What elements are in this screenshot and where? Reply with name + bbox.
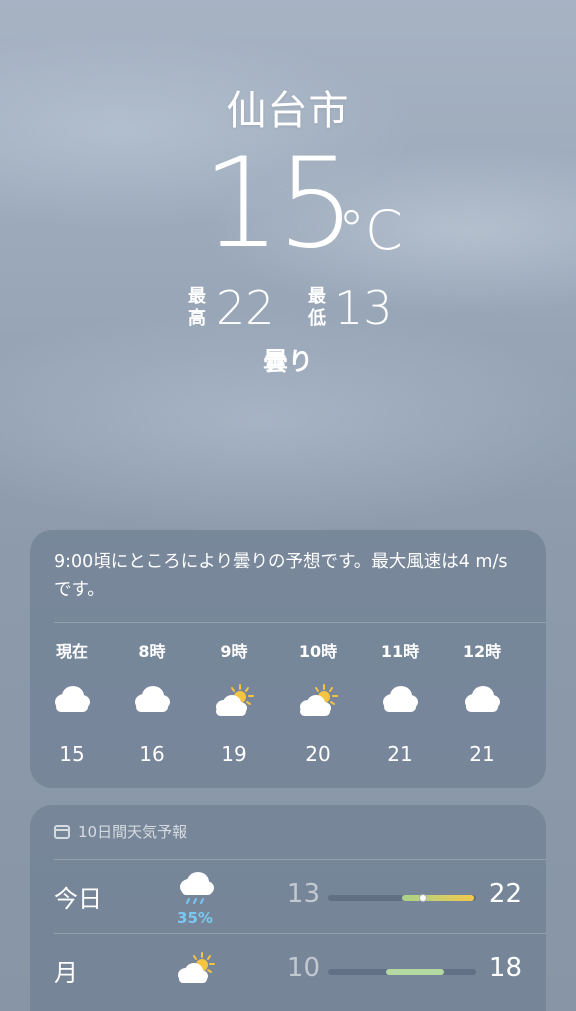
hourly-temperature: 16 xyxy=(139,742,165,766)
cloud-icon xyxy=(37,684,107,724)
day-low: 10 xyxy=(286,953,320,983)
hourly-temperature: 20 xyxy=(305,742,331,766)
city-name: 仙台市 xyxy=(226,88,350,134)
hourly-temperature: 19 xyxy=(221,742,247,766)
hourly-item: 12時 21 xyxy=(447,640,517,768)
cloud-icon xyxy=(365,684,435,724)
divider xyxy=(54,622,546,623)
high-temperature: 22 xyxy=(216,281,275,335)
cloud-icon xyxy=(447,684,517,724)
day-high: 22 xyxy=(488,879,522,909)
hourly-item: 8時 16 xyxy=(117,640,187,768)
cloud-icon xyxy=(117,684,187,724)
day-low: 13 xyxy=(286,879,320,909)
day-high: 18 xyxy=(488,953,522,983)
precipitation-chance: 35% xyxy=(177,909,213,927)
forecast-summary: 9:00頃にところにより曇りの予想です。最大風速は4 m/sです。 xyxy=(54,552,508,600)
current-temperature-marker xyxy=(419,894,427,902)
current-temperature: 15 xyxy=(202,132,356,276)
hourly-item: 11時 21 xyxy=(365,640,435,768)
day-name: 月 xyxy=(54,959,78,987)
hourly-temperature: 21 xyxy=(387,742,413,766)
temperature-range-bar xyxy=(328,969,476,975)
high-label: 最 高 xyxy=(188,286,206,329)
day-name: 今日 xyxy=(54,885,102,913)
hourly-time: 10時 xyxy=(298,642,338,661)
hourly-forecast-card[interactable]: 9:00頃にところにより曇りの予想です。最大風速は4 m/sです。 現在 15 8時… xyxy=(30,530,546,788)
hourly-item: 10時 20 xyxy=(283,640,353,768)
hourly-time: 11時 xyxy=(380,642,420,661)
hourly-temperature: 21 xyxy=(469,742,495,766)
rain-cloud-icon xyxy=(176,871,216,909)
hourly-item: 9時 19 xyxy=(199,640,269,768)
ten-day-forecast-card[interactable]: 10日間天気予報 今日 35% 13 22 月 10 18 xyxy=(30,805,546,1011)
temperature-range-fill xyxy=(402,895,474,901)
hourly-time: 9時 xyxy=(220,642,248,661)
hourly-time: 8時 xyxy=(138,642,166,661)
ten-day-header: 10日間天気予報 xyxy=(54,821,187,843)
hourly-time: 現在 xyxy=(55,642,88,661)
hourly-item: 現在 15 xyxy=(37,640,107,768)
hourly-temperature: 15 xyxy=(59,742,85,766)
temperature-range-bar xyxy=(328,894,476,902)
current-condition: 曇り xyxy=(262,347,313,376)
temperature-unit: °C xyxy=(338,199,403,262)
partly-sunny-icon xyxy=(174,951,218,987)
low-label: 最 低 xyxy=(308,286,326,329)
day-row-monday[interactable]: 月 10 18 xyxy=(30,933,546,1007)
day-row-today[interactable]: 今日 35% 13 22 xyxy=(30,859,546,933)
calendar-icon xyxy=(54,825,70,839)
temperature-range-fill xyxy=(386,969,444,975)
high-low-row: 最 高 22 最 低 13 xyxy=(0,282,576,334)
low-temperature: 13 xyxy=(334,281,393,335)
hourly-time: 12時 xyxy=(462,642,502,661)
partly-sunny-icon xyxy=(199,684,269,724)
partly-sunny-icon xyxy=(283,684,353,724)
